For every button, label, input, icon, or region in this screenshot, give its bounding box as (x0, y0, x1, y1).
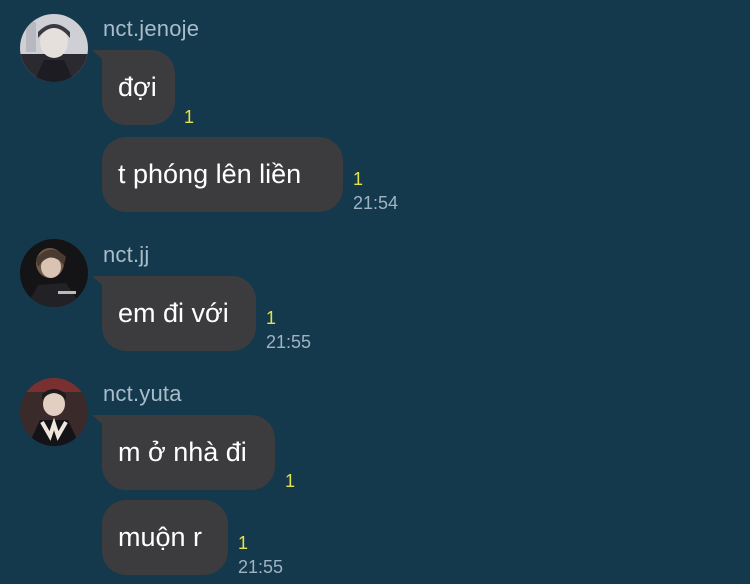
avatar[interactable] (20, 239, 88, 307)
message-bubble[interactable]: muộn r (102, 500, 228, 575)
message-text: m ở nhà đi (118, 437, 247, 467)
unread-count: 1 (184, 107, 195, 127)
unread-count: 1 (353, 169, 364, 189)
timestamp: 21:54 (353, 193, 399, 213)
sender-name[interactable]: nct.jj (103, 242, 149, 268)
message-bubble[interactable]: em đi với (92, 276, 256, 351)
message-bubble[interactable]: t phóng lên liền (102, 137, 343, 212)
unread-count: 1 (285, 471, 296, 491)
message-text: t phóng lên liền (118, 159, 302, 189)
avatar[interactable] (20, 378, 88, 446)
message-text: đợi (118, 72, 157, 102)
chat-view[interactable]: nct.jenoje đợi 1 t phóng lên liền 1 21:5… (0, 0, 750, 584)
timestamp: 21:55 (238, 557, 284, 577)
profile-photo-icon (20, 378, 88, 446)
profile-photo-icon (20, 14, 88, 82)
unread-count: 1 (238, 533, 249, 553)
message-bubble[interactable]: đợi (92, 50, 175, 125)
avatar[interactable] (20, 14, 88, 82)
message-text: muộn r (118, 522, 203, 552)
unread-count: 1 (266, 308, 277, 328)
sender-name[interactable]: nct.yuta (103, 381, 182, 407)
profile-photo-icon (20, 239, 88, 307)
sender-name[interactable]: nct.jenoje (103, 16, 199, 42)
message-bubble[interactable]: m ở nhà đi (92, 415, 275, 490)
message-text: em đi với (118, 298, 229, 328)
timestamp: 21:55 (266, 332, 312, 352)
